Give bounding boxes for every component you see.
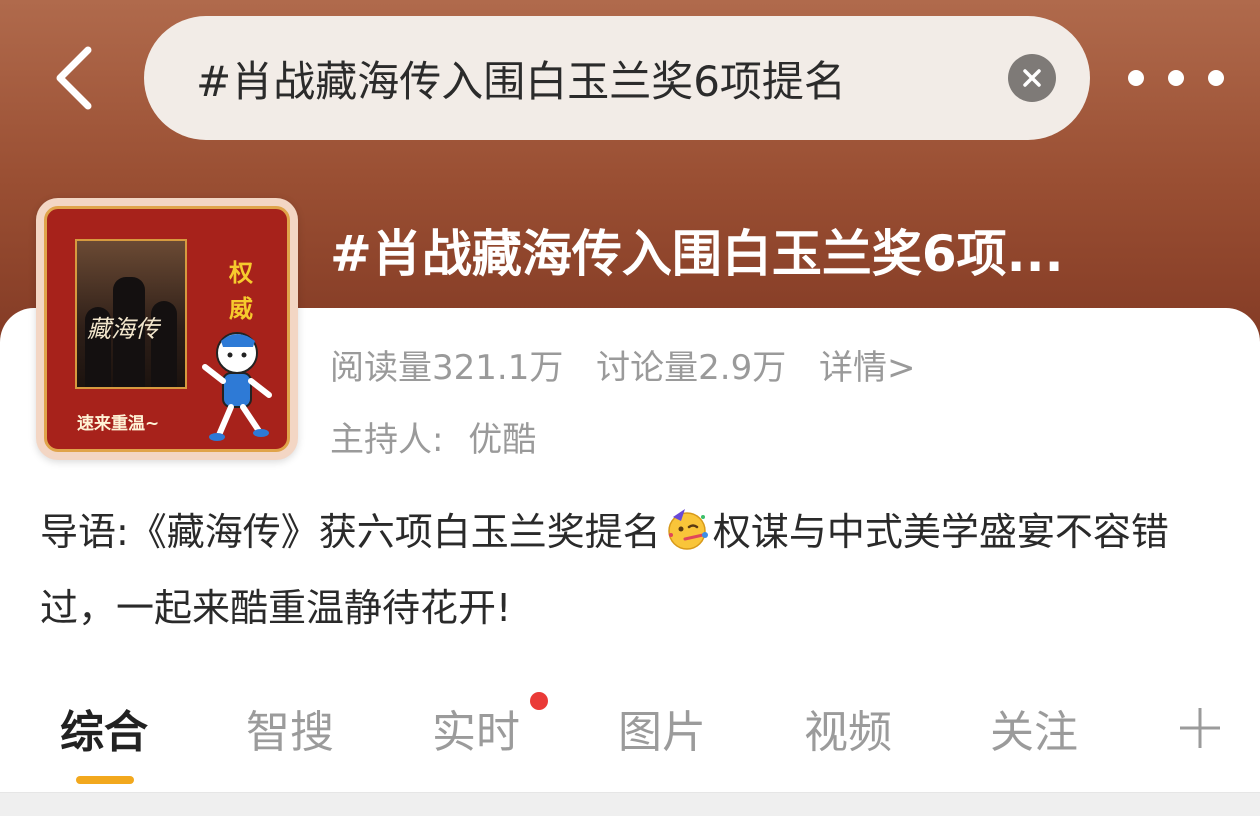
tab-images[interactable]: 图片 (618, 696, 706, 760)
more-dot (1168, 70, 1184, 86)
topic-title: #肖战藏海传入围白玉兰奖6项... (330, 225, 1064, 283)
cover-bottom-text: 速来重温~ (77, 414, 160, 434)
active-tab-indicator (76, 776, 134, 784)
tab-smart-search[interactable]: 智搜 (246, 696, 334, 760)
topic-host: 主持人: 优酷 (330, 412, 536, 461)
host-label: 主持人: (330, 420, 444, 460)
top-bar: #肖战藏海传入围白玉兰奖6项提名 (0, 0, 1260, 160)
cover-side-char: 威 (229, 295, 253, 323)
tab-realtime[interactable]: 实时 (432, 696, 520, 760)
tab-comprehensive[interactable]: 综合 (60, 696, 148, 760)
close-icon (1023, 69, 1041, 87)
topic-cover-image[interactable]: 藏海传 权 威 速来重温~ (36, 198, 298, 460)
back-button[interactable] (42, 40, 106, 116)
cover-drama-title: 藏海传 (87, 315, 159, 343)
more-dot (1208, 70, 1224, 86)
details-link[interactable]: 详情> (819, 348, 916, 388)
topic-stats: 阅读量321.1万 讨论量2.9万 详情> (330, 340, 938, 389)
search-query-text[interactable]: #肖战藏海传入围白玉兰奖6项提名 (196, 48, 956, 109)
read-count: 阅读量321.1万 (330, 348, 564, 388)
discussion-count: 讨论量2.9万 (596, 348, 787, 388)
cover-side-char: 权 (229, 259, 253, 287)
cover-side-text: 权 威 (223, 255, 259, 327)
clear-search-button[interactable] (1008, 54, 1056, 102)
tab-videos[interactable]: 视频 (804, 696, 892, 760)
content-divider (0, 792, 1260, 816)
search-input[interactable]: #肖战藏海传入围白玉兰奖6项提名 (144, 16, 1090, 140)
chevron-left-icon (56, 46, 92, 110)
intro-text: 导语:《藏海传》获六项白玉兰奖提名 (40, 510, 661, 554)
tab-following[interactable]: 关注 (990, 696, 1078, 760)
cover-poster: 藏海传 权 威 速来重温~ (44, 206, 290, 452)
more-options-button[interactable] (1128, 56, 1224, 100)
search-tabs: 综合 智搜 实时 图片 视频 关注 (0, 690, 1260, 790)
host-name[interactable]: 优酷 (468, 420, 536, 460)
topic-intro: 导语:《藏海传》获六项白玉兰奖提名 权谋与中式美学盛宴不容错过，一起来酷重温静待… (40, 494, 1230, 646)
more-dot (1128, 70, 1144, 86)
mascot-icon (202, 332, 272, 441)
party-face-icon (668, 509, 708, 550)
